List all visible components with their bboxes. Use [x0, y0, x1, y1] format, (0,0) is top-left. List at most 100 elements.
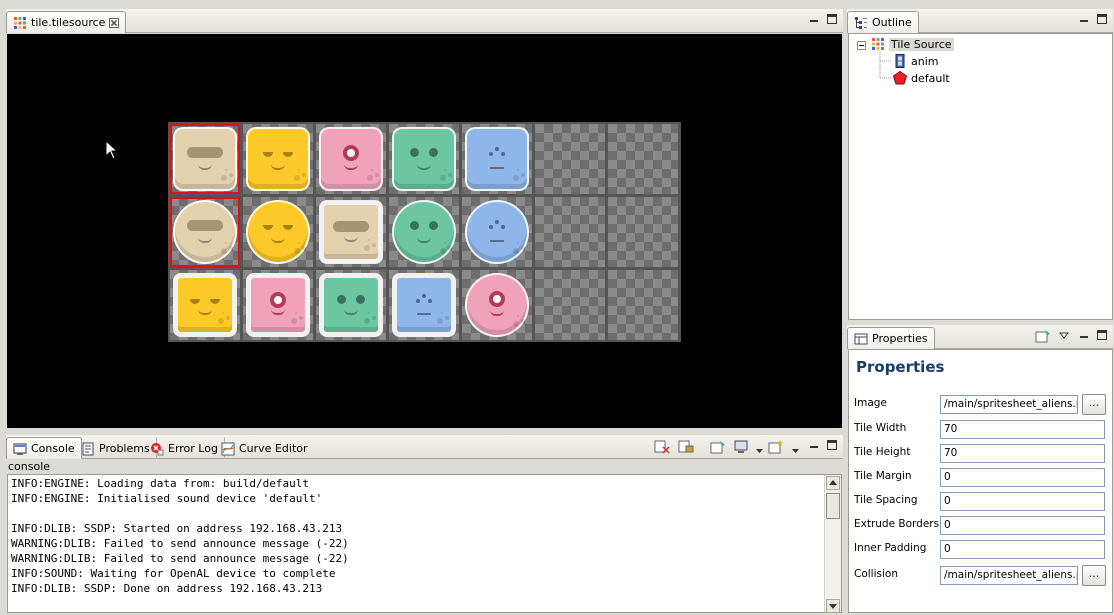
tile-cell[interactable]	[608, 197, 678, 267]
pin-properties-icon[interactable]	[1035, 329, 1051, 346]
property-field-extrude-borders[interactable]: 0	[940, 516, 1105, 535]
display-console-icon[interactable]	[734, 440, 750, 457]
chevron-down-icon[interactable]	[792, 444, 799, 457]
browse-button[interactable]: ...	[1082, 565, 1106, 586]
tree-lines	[879, 52, 892, 79]
tile-cell[interactable]	[243, 124, 313, 194]
tab-console-label: Console	[31, 442, 75, 455]
tile-cell[interactable]	[535, 124, 605, 194]
property-field-tile-spacing[interactable]: 0	[940, 492, 1105, 511]
tile-cell[interactable]	[316, 124, 386, 194]
scroll-up-icon[interactable]	[826, 476, 840, 490]
tab-error-log[interactable]: Error Log	[143, 437, 225, 459]
tile-cell[interactable]	[389, 124, 459, 194]
property-field-tile-margin[interactable]: 0	[940, 468, 1105, 487]
tile-cell[interactable]	[170, 124, 240, 194]
alien-mouth	[198, 237, 212, 243]
outline-tabbar: Outline	[847, 9, 1113, 33]
tile-cell[interactable]	[608, 124, 678, 194]
alien-green-sprite	[392, 200, 456, 264]
property-field-tile-width[interactable]: 70	[940, 420, 1105, 439]
tile-cell[interactable]	[389, 197, 459, 267]
alien-mouth	[344, 164, 358, 170]
console-line: WARNING:DLIB: Failed to send announce me…	[11, 552, 349, 565]
maximize-icon[interactable]	[1097, 14, 1107, 24]
pin-console-icon[interactable]	[710, 440, 726, 457]
alien-face	[488, 220, 506, 230]
console-output[interactable]: INFO:ENGINE: Loading data from: build/de…	[7, 474, 842, 613]
alien-mouth	[344, 309, 358, 316]
scroll-down-icon[interactable]	[826, 599, 840, 613]
alien-green-sprite	[392, 127, 456, 191]
property-field-tile-height[interactable]: 70	[940, 444, 1105, 463]
console-icon	[13, 442, 27, 456]
console-lines: INFO:ENGINE: Loading data from: build/de…	[11, 476, 349, 596]
tile-cell[interactable]	[243, 197, 313, 267]
property-label: Inner Padding	[854, 542, 927, 554]
minimize-icon[interactable]	[809, 440, 819, 450]
maximize-icon[interactable]	[827, 440, 837, 450]
browse-button[interactable]: ...	[1082, 394, 1106, 415]
minimize-icon[interactable]	[1079, 14, 1089, 24]
tile-cell[interactable]	[462, 124, 532, 194]
alien-face	[263, 224, 293, 231]
tile-cell[interactable]	[316, 197, 386, 267]
outline-tab[interactable]: Outline	[847, 11, 919, 33]
tab-curve-editor[interactable]: Curve Editor	[214, 437, 315, 459]
tile-cell[interactable]	[243, 270, 313, 340]
tree-item-label: default	[911, 71, 950, 85]
tile-cell[interactable]	[608, 270, 678, 340]
alien-mouth	[198, 164, 212, 170]
tree-item-tile-source[interactable]: Tile Source	[871, 36, 954, 52]
tile-cell[interactable]	[170, 270, 240, 340]
alien-mouth	[198, 309, 212, 316]
minimize-icon[interactable]	[1079, 330, 1089, 340]
alien-yellow-sprite	[246, 200, 310, 264]
chevron-down-icon[interactable]	[756, 444, 763, 457]
alien-face	[343, 144, 359, 161]
tree-item-anim[interactable]: anim	[893, 53, 938, 69]
scroll-thumb[interactable]	[826, 493, 840, 519]
tile-cell[interactable]	[535, 197, 605, 267]
editor-tab-label: tile.tilesource	[31, 16, 106, 29]
property-field-collision[interactable]: /main/spritesheet_aliens.pn	[940, 566, 1078, 585]
property-field-image[interactable]: /main/spritesheet_aliens.pn	[940, 395, 1078, 414]
alien-spots	[440, 175, 446, 181]
alien-blue-sprite	[392, 273, 456, 337]
maximize-icon[interactable]	[1097, 330, 1107, 340]
properties-tab-label: Properties	[872, 332, 928, 345]
close-icon[interactable]	[109, 17, 120, 28]
property-label: Image	[854, 397, 887, 409]
tile-editor-canvas[interactable]	[7, 34, 842, 428]
collapse-toggle-icon[interactable]	[857, 40, 866, 53]
console-title: console	[8, 460, 51, 473]
editor-tab[interactable]: tile.tilesource	[6, 11, 127, 33]
minimize-icon[interactable]	[809, 14, 819, 24]
alien-face	[488, 147, 506, 157]
property-field-inner-padding[interactable]: 0	[940, 540, 1105, 559]
tile-cell[interactable]	[462, 270, 532, 340]
error-log-icon	[150, 442, 164, 456]
scroll-lock-icon[interactable]	[678, 440, 694, 457]
alien-spots	[294, 175, 300, 181]
tree-item-default[interactable]: default	[892, 70, 950, 86]
tile-cell[interactable]	[170, 197, 240, 267]
tile-cell[interactable]	[535, 270, 605, 340]
tile-cell[interactable]	[389, 270, 459, 340]
properties-icon	[854, 332, 868, 346]
alien-spots	[367, 175, 373, 181]
console-scrollbar[interactable]	[824, 475, 841, 613]
view-menu-icon[interactable]	[1058, 330, 1070, 343]
alien-mouth	[417, 164, 431, 170]
tree-item-label: Tile Source	[889, 37, 954, 51]
maximize-icon[interactable]	[827, 14, 837, 24]
alien-beige-sprite	[319, 200, 383, 264]
clear-console-icon[interactable]	[654, 440, 670, 457]
tile-cell[interactable]	[316, 270, 386, 340]
new-console-icon[interactable]	[768, 440, 784, 457]
tile-cell[interactable]	[462, 197, 532, 267]
console-line: INFO:DLIB: SSDP: Started on address 192.…	[11, 522, 343, 535]
tab-console[interactable]: Console	[6, 437, 82, 459]
properties-tab[interactable]: Properties	[847, 327, 935, 349]
